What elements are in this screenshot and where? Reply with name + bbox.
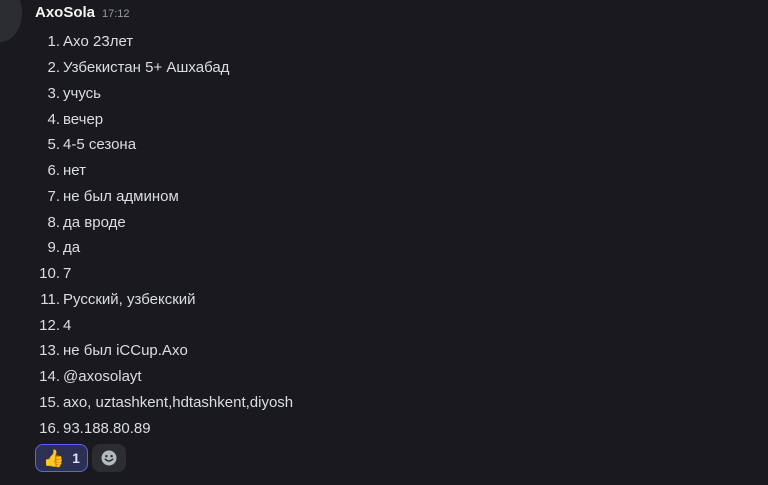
username[interactable]: AxoSola (35, 4, 95, 21)
list-item: 2. Узбекистан 5+ Ашхабад (35, 55, 768, 81)
list-text: не был iCCup.Axo (63, 342, 188, 360)
chat-view: AxoSola 17:12 1. Axo 23лет 2. Узбекистан 5… (0, 0, 768, 485)
list-text: Узбекистан 5+ Ашхабад (63, 59, 230, 77)
reaction-count: 1 (72, 450, 80, 466)
message: AxoSola 17:12 1. Axo 23лет 2. Узбекистан 5… (35, 4, 768, 441)
list-text: Русский, узбекский (63, 290, 196, 308)
list-item: 12. 4 (35, 312, 768, 338)
list-text: @axosolayt (63, 368, 142, 386)
list-item: 9. да (35, 235, 768, 261)
list-text: axo, uztashkent,hdtashkent,diyosh (63, 393, 294, 411)
list-number: 16. (39, 419, 60, 437)
list-number: 10. (39, 265, 60, 283)
list-number: 8. (47, 213, 60, 231)
list-item: 1. Axo 23лет (35, 29, 768, 55)
answer-list: 1. Axo 23лет 2. Узбекистан 5+ Ашхабад 3. уч… (35, 29, 768, 441)
message-header: AxoSola 17:12 (35, 4, 768, 24)
list-text: 93.188.80.89 (63, 419, 151, 437)
list-number: 6. (47, 162, 60, 180)
list-text: вечер (63, 110, 104, 128)
list-number: 7. (47, 187, 60, 205)
list-text: 4-5 сезона (63, 136, 137, 154)
timestamp: 17:12 (102, 8, 130, 20)
list-text: да (63, 239, 81, 257)
reactions-bar: 👍 1 (35, 444, 126, 472)
list-item: 14. @axosolayt (35, 364, 768, 390)
list-item: 16. 93.188.80.89 (35, 415, 768, 441)
list-text: не был админом (63, 187, 179, 205)
list-item: 13. не был iCCup.Axo (35, 338, 768, 364)
thumbs-up-icon: 👍 (43, 448, 65, 468)
list-item: 8. да вроде (35, 209, 768, 235)
list-number: 9. (47, 239, 60, 257)
list-number: 14. (39, 368, 60, 386)
list-item: 4. вечер (35, 106, 768, 132)
list-item: 15. axo, uztashkent,hdtashkent,diyosh (35, 390, 768, 416)
list-number: 12. (39, 316, 60, 334)
smiley-icon (101, 450, 117, 466)
list-item: 6. нет (35, 158, 768, 184)
list-item: 11. Русский, узбекский (35, 287, 768, 313)
list-number: 15. (39, 393, 60, 411)
list-number: 5. (47, 136, 60, 154)
list-item: 7. не был админом (35, 184, 768, 210)
list-item: 10. 7 (35, 261, 768, 287)
add-reaction-button[interactable] (91, 444, 126, 472)
list-number: 11. (40, 290, 60, 308)
list-text: да вроде (63, 213, 126, 231)
list-item: 5. 4-5 сезона (35, 132, 768, 158)
list-text: нет (63, 162, 86, 180)
avatar[interactable] (0, 0, 22, 42)
list-number: 13. (39, 342, 60, 360)
list-text: 7 (63, 265, 72, 283)
list-item: 3. учусь (35, 81, 768, 107)
list-text: 4 (63, 316, 72, 334)
list-text: учусь (63, 84, 101, 102)
list-text: Axo 23лет (63, 33, 134, 51)
list-number: 1. (47, 33, 60, 51)
reaction-thumbs-up[interactable]: 👍 1 (35, 444, 88, 472)
list-number: 4. (47, 110, 60, 128)
list-number: 2. (47, 59, 60, 77)
list-number: 3. (47, 84, 60, 102)
